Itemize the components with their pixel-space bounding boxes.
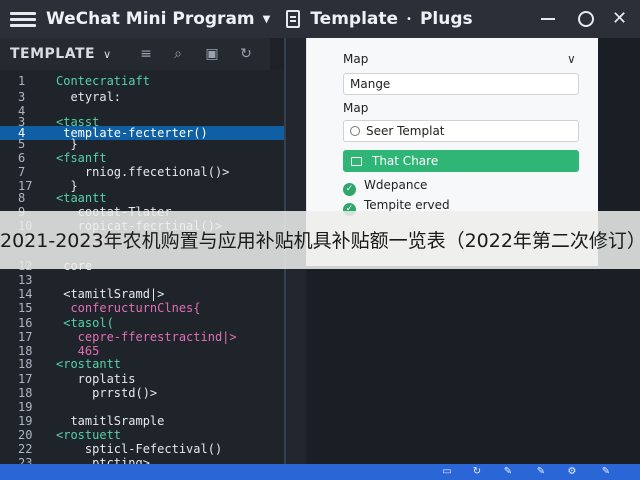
explorer-header: TEMPLATE ∨ ≡ ⌕ ▣ ↻ — [0, 38, 270, 70]
hamburger-menu-icon[interactable] — [10, 9, 36, 30]
template-tab[interactable]: Template — [310, 9, 398, 29]
line-number: 6 — [18, 151, 26, 165]
code-line[interactable]: 18 prrstd()> — [0, 386, 284, 400]
code-text[interactable]: cepre-fferestractind|> — [56, 330, 237, 344]
code-text[interactable]: } — [56, 137, 77, 151]
edit-alt-icon[interactable]: ✎ — [600, 466, 612, 478]
code-line[interactable]: 5 } — [0, 137, 284, 151]
line-number: 16 — [18, 316, 33, 330]
checkbox-label: Wdepance — [364, 178, 428, 192]
code-text[interactable]: Contecratiaft — [56, 74, 150, 88]
line-number: 14 — [18, 287, 33, 301]
package-icon[interactable]: ▣ — [204, 46, 220, 62]
code-text[interactable]: 465 — [56, 344, 100, 358]
line-number: 13 — [18, 273, 33, 287]
code-text[interactable]: <rostuett — [56, 428, 121, 442]
map-label-2: Map — [343, 101, 369, 115]
code-line[interactable]: 3 etyral: — [0, 90, 284, 104]
menu-lines-icon[interactable]: ≡ — [138, 46, 154, 62]
button-label: That Chare — [372, 154, 439, 168]
code-text[interactable]: <fsanft — [56, 151, 107, 165]
line-number: 17 — [18, 372, 33, 386]
code-text[interactable]: <taantt — [56, 191, 107, 205]
line-number: 18 — [18, 344, 33, 358]
template-radio-field[interactable]: Seer Templat — [343, 120, 579, 142]
edit-icon[interactable]: ✎ — [502, 466, 514, 478]
explorer-title[interactable]: TEMPLATE — [10, 46, 95, 62]
refresh-icon[interactable]: ↻ — [238, 46, 254, 62]
map-dropdown-chevron-icon[interactable]: ∨ — [567, 52, 576, 66]
close-icon[interactable]: ✕ — [612, 8, 627, 29]
line-number: 15 — [18, 301, 33, 315]
code-line[interactable]: 14 <tamitlSramd|> — [0, 287, 284, 301]
line-number: 7 — [18, 165, 26, 179]
mange-field[interactable]: Mange — [343, 73, 579, 95]
code-line[interactable]: 1 Contecratiaft — [0, 74, 284, 88]
code-line[interactable]: 13 — [0, 273, 284, 287]
plugs-tab[interactable]: Plugs — [420, 9, 473, 29]
code-text[interactable]: tamitlSrample — [56, 414, 164, 428]
restore-icon[interactable] — [578, 11, 594, 27]
line-number: 17 — [18, 330, 33, 344]
code-line[interactable]: 17 roplatis — [0, 372, 284, 386]
radio-icon[interactable] — [350, 126, 360, 136]
app-title[interactable]: WeChat Mini Program — [46, 9, 255, 29]
map-label-1: Map — [343, 52, 369, 66]
watermark-text: 2021-2023年农机购置与应用补贴机具补贴额一览表（2022年第二次修订） — [0, 230, 640, 252]
code-line[interactable]: 18 465 — [0, 344, 284, 358]
message-icon — [351, 157, 362, 166]
line-number: 19 — [18, 400, 33, 414]
code-line[interactable]: 22 spticl-Fefectival() — [0, 442, 284, 456]
checkbox-wdepance[interactable]: ✓ Wdepance — [343, 178, 427, 196]
document-icon — [286, 10, 301, 28]
line-number: 5 — [18, 137, 26, 151]
code-text[interactable]: prrstd()> — [56, 386, 157, 400]
ide-window: WeChat Mini Program ▼ Template • Plugs ✕… — [0, 0, 640, 480]
code-text[interactable]: roplatis — [56, 372, 136, 386]
explorer-collapse-chevron-icon[interactable]: ∨ — [103, 48, 111, 61]
line-number: 3 — [18, 90, 26, 104]
title-bar: WeChat Mini Program ▼ Template • Plugs ✕ — [0, 0, 640, 38]
code-text[interactable]: <rostantt — [56, 357, 121, 371]
code-line[interactable]: 6 <fsanft — [0, 151, 284, 165]
code-text[interactable]: spticl-Fefectival() — [56, 442, 222, 456]
code-line[interactable]: 8 <taantt — [0, 191, 284, 205]
radio-label: Seer Templat — [366, 124, 445, 138]
terminal-icon[interactable]: ▭ — [441, 466, 453, 478]
that-chare-button[interactable]: That Chare — [343, 150, 579, 172]
sync-icon[interactable]: ↻ — [471, 466, 483, 478]
code-line[interactable]: 15 conferucturnClnes{ — [0, 301, 284, 315]
line-number: 1 — [18, 74, 26, 88]
settings-icon[interactable]: ⚙ — [566, 466, 578, 478]
code-line[interactable]: 20 <rostuett — [0, 428, 284, 442]
code-line[interactable]: 18 <rostantt — [0, 357, 284, 371]
check-icon[interactable]: ✓ — [343, 183, 356, 196]
line-number: 20 — [18, 428, 33, 442]
line-number: 22 — [18, 442, 33, 456]
line-number: 18 — [18, 357, 33, 371]
code-text[interactable]: <tasol( — [56, 316, 114, 330]
line-number: 19 — [18, 414, 33, 428]
code-line[interactable]: 16 <tasol( — [0, 316, 284, 330]
pencil-icon[interactable]: ✎ — [535, 466, 547, 478]
code-text[interactable]: etyral: — [56, 90, 121, 104]
code-text[interactable]: conferucturnClnes{ — [56, 301, 200, 315]
code-line[interactable]: 19 tamitlSrample — [0, 414, 284, 428]
code-line[interactable]: 17 cepre-fferestractind|> — [0, 330, 284, 344]
checkbox-label: Tempite erved — [364, 198, 450, 212]
line-number: 8 — [18, 191, 26, 205]
status-bar: ▭ ↻ ✎ ✎ ⚙ ✎ — [0, 464, 640, 480]
search-icon[interactable]: ⌕ — [170, 46, 186, 62]
code-text[interactable]: rniog.ffecetional()> — [56, 165, 230, 179]
title-separator: • — [406, 13, 412, 25]
minimize-icon[interactable] — [541, 18, 555, 20]
code-line[interactable]: 19 — [0, 400, 284, 414]
line-number: 18 — [18, 386, 33, 400]
code-line[interactable]: 7 rniog.ffecetional()> — [0, 165, 284, 179]
app-dropdown-caret-icon[interactable]: ▼ — [263, 14, 271, 25]
code-text[interactable]: <tamitlSramd|> — [56, 287, 164, 301]
